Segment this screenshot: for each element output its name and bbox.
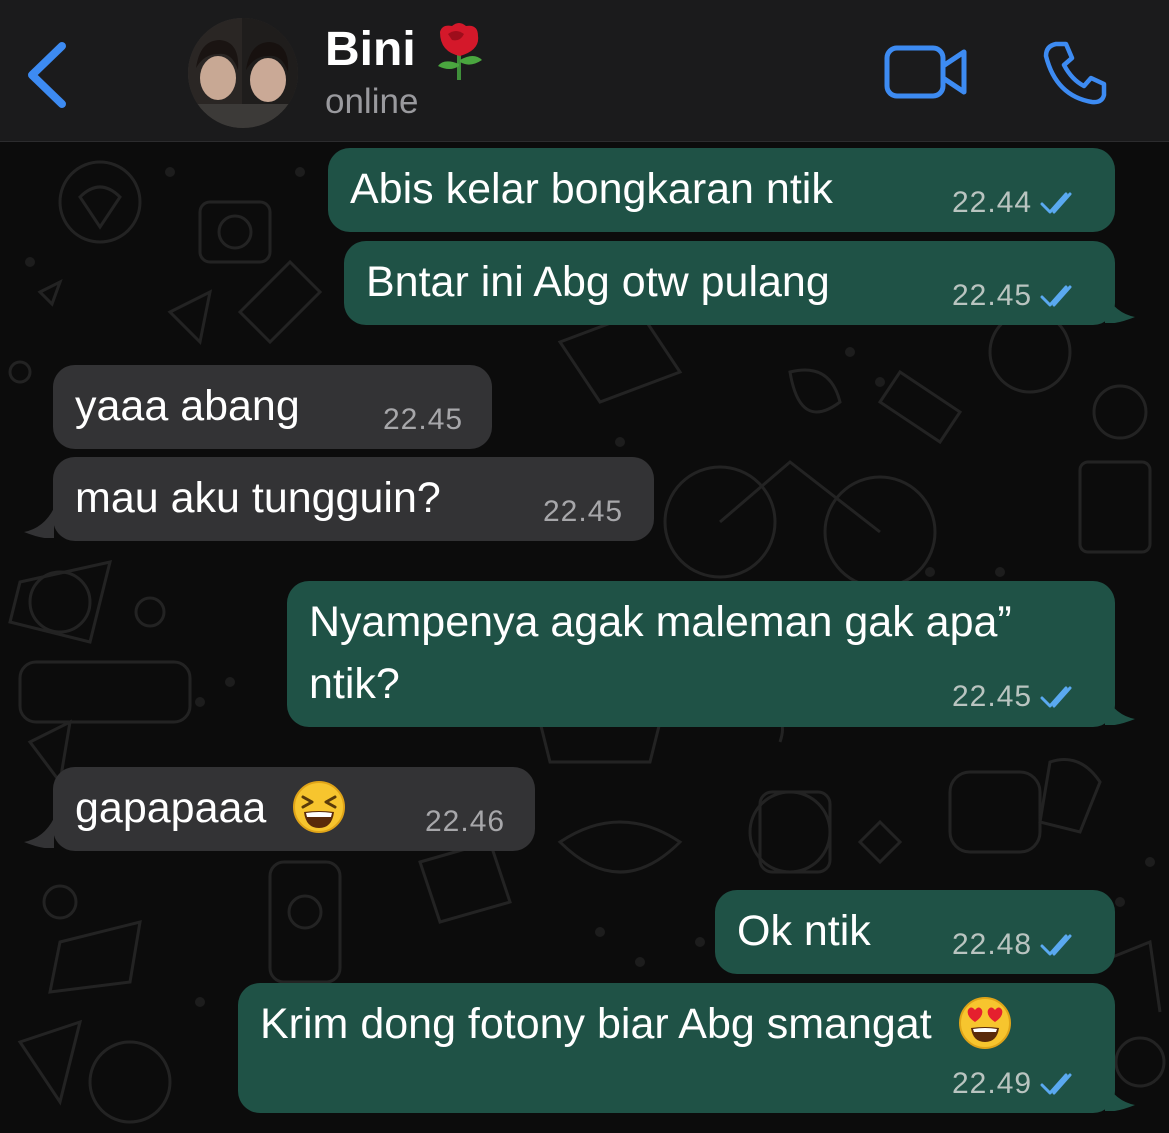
read-receipt-icon xyxy=(1040,686,1072,708)
message-time: 22.48 xyxy=(952,928,1033,961)
chat-area[interactable]: Abis kelar bongkaran ntik 22.44 Bntar in… xyxy=(0,142,1169,1133)
incoming-message[interactable]: mau aku tungguin? 22.45 xyxy=(53,457,654,541)
message-meta: 22.44 xyxy=(952,186,1082,220)
grinning-squinting-face-emoji xyxy=(293,780,346,833)
message-text: Ok ntik xyxy=(737,907,871,955)
read-receipt-icon xyxy=(1040,1073,1072,1095)
message-text: Krim dong fotony biar Abg smangat xyxy=(260,993,1012,1055)
read-receipt-icon xyxy=(1040,934,1072,956)
message-time: 22.49 xyxy=(952,1067,1033,1100)
bubble-tail xyxy=(24,818,54,848)
heart-eyes-emoji xyxy=(958,996,1011,1049)
outgoing-message[interactable]: Nyampenya agak maleman gak apa” ntik? 22… xyxy=(287,581,1115,727)
back-chevron-icon xyxy=(28,42,66,108)
message-time: 22.45 xyxy=(952,279,1033,312)
message-text-line-1: Nyampenya agak maleman gak apa” xyxy=(309,598,1012,646)
read-receipt-icon xyxy=(1040,285,1072,307)
outgoing-message[interactable]: Abis kelar bongkaran ntik 22.44 xyxy=(328,148,1115,232)
message-time: 22.46 xyxy=(425,805,506,838)
message-meta: 22.46 xyxy=(425,805,505,839)
outgoing-message[interactable]: Ok ntik 22.48 xyxy=(715,890,1115,974)
message-text: Abis kelar bongkaran ntik xyxy=(350,165,833,213)
message-time: 22.45 xyxy=(543,495,624,528)
message-text: mau aku tungguin? xyxy=(75,474,441,522)
incoming-message[interactable]: gapapaaa 22.46 xyxy=(53,767,535,851)
message-time: 22.45 xyxy=(952,680,1033,713)
bubble-tail xyxy=(24,508,54,538)
contact-status: online xyxy=(325,82,419,121)
incoming-message[interactable]: yaaa abang 22.45 xyxy=(53,365,492,449)
rose-emoji-icon xyxy=(438,23,482,80)
message-text-content: Krim dong fotony biar Abg smangat xyxy=(260,1000,932,1048)
video-call-button[interactable] xyxy=(884,43,968,101)
contact-name[interactable]: Bini xyxy=(325,22,416,77)
bubble-tail xyxy=(1105,695,1135,725)
outgoing-message[interactable]: Bntar ini Abg otw pulang 22.45 xyxy=(344,241,1115,325)
outgoing-message[interactable]: Krim dong fotony biar Abg smangat 22.49 xyxy=(238,983,1115,1113)
message-text-line-2: ntik? xyxy=(309,660,400,708)
message-text: Bntar ini Abg otw pulang xyxy=(366,258,830,306)
contact-avatar[interactable] xyxy=(188,18,298,128)
bubble-tail xyxy=(1105,1081,1135,1111)
message-text: yaaa abang xyxy=(75,382,300,430)
message-time: 22.44 xyxy=(952,186,1033,219)
message-meta: 22.45 xyxy=(952,680,1082,714)
read-receipt-icon xyxy=(1040,192,1072,214)
voice-call-button[interactable] xyxy=(1042,40,1108,106)
video-call-icon xyxy=(884,45,967,99)
message-meta: 22.45 xyxy=(952,279,1082,313)
message-meta: 22.48 xyxy=(952,928,1082,962)
back-button[interactable] xyxy=(24,40,72,110)
message-meta: 22.45 xyxy=(383,403,463,437)
message-meta: 22.49 xyxy=(952,1067,1082,1101)
message-text-content: gapapaaa xyxy=(75,784,267,832)
message-text: gapapaaa xyxy=(75,777,346,839)
message-time: 22.45 xyxy=(383,403,464,436)
chat-header: Bini online xyxy=(0,0,1169,142)
message-meta: 22.45 xyxy=(543,495,623,529)
bubble-tail xyxy=(1105,293,1135,323)
phone-call-icon xyxy=(1043,41,1107,105)
